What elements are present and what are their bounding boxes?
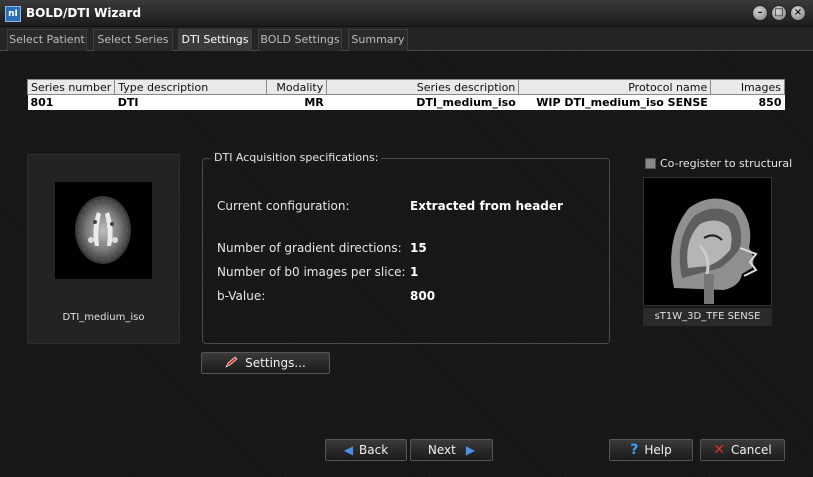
tab-summary[interactable]: Summary bbox=[348, 29, 408, 51]
tab-select-series[interactable]: Select Series bbox=[93, 29, 173, 51]
help-button[interactable]: ? Help bbox=[609, 439, 693, 461]
settings-button[interactable]: Settings... bbox=[201, 352, 330, 374]
tab-select-patient[interactable]: Select Patient bbox=[7, 29, 87, 51]
tab-bold-settings[interactable]: BOLD Settings bbox=[258, 29, 342, 51]
back-button[interactable]: ◀ Back bbox=[325, 439, 407, 461]
cell-type-description: DTI bbox=[114, 94, 267, 110]
coregister-checkbox-box[interactable] bbox=[645, 158, 656, 169]
minimize-button[interactable]: – bbox=[752, 5, 768, 21]
title-bar: nI BOLD/DTI Wizard – □ × bbox=[0, 0, 813, 27]
cell-series-number: 801 bbox=[27, 94, 115, 110]
bvalue-value: 800 bbox=[410, 289, 436, 303]
dti-thumbnail-panel: DTI_medium_iso bbox=[27, 154, 180, 344]
table-row[interactable]: 801 DTI MR DTI_medium_iso WIP DTI_medium… bbox=[27, 94, 785, 110]
cell-series-description: DTI_medium_iso bbox=[326, 94, 519, 110]
back-button-label: Back bbox=[359, 443, 389, 457]
app-icon: nI bbox=[5, 6, 21, 22]
cancel-x-icon: ✕ bbox=[713, 442, 726, 458]
column-header-series-description: Series description bbox=[326, 79, 520, 95]
column-header-series-number: Series number bbox=[26, 79, 116, 95]
cancel-button[interactable]: ✕ Cancel bbox=[700, 439, 785, 461]
cancel-button-label: Cancel bbox=[731, 443, 772, 457]
maximize-button[interactable]: □ bbox=[771, 5, 787, 21]
current-configuration-value: Extracted from header bbox=[410, 199, 563, 213]
arrow-right-icon: ▶ bbox=[465, 443, 476, 457]
cell-protocol-name: WIP DTI_medium_iso SENSE bbox=[518, 94, 711, 110]
gradient-directions-value: 15 bbox=[410, 241, 427, 255]
b0-images-label: Number of b0 images per slice: bbox=[217, 265, 406, 279]
structural-thumbnail-caption: sT1W_3D_TFE SENSE bbox=[643, 308, 772, 326]
help-button-label: Help bbox=[644, 443, 672, 457]
close-button[interactable]: × bbox=[790, 5, 806, 21]
main-panel: Series number Type description Modality … bbox=[0, 51, 813, 477]
dti-acquisition-specifications-group: DTI Acquisition specifications: Current … bbox=[202, 151, 610, 344]
bvalue-label: b-Value: bbox=[217, 289, 266, 303]
coregister-label: Co-register to structural bbox=[660, 157, 793, 170]
next-button-label: Next bbox=[427, 443, 456, 457]
dti-thumbnail-caption: DTI_medium_iso bbox=[62, 312, 145, 323]
cell-modality: MR bbox=[266, 94, 327, 110]
settings-button-label: Settings... bbox=[245, 356, 306, 370]
dti-brain-image bbox=[55, 182, 152, 279]
gradient-directions-label: Number of gradient directions: bbox=[217, 241, 402, 255]
question-mark-icon: ? bbox=[630, 442, 639, 458]
current-configuration-label: Current configuration: bbox=[217, 199, 350, 213]
pencil-icon bbox=[225, 353, 239, 373]
column-header-type-description: Type description bbox=[114, 79, 268, 95]
tab-bar: Select Patient Select Series DTI Setting… bbox=[0, 27, 813, 51]
b0-images-value: 1 bbox=[410, 265, 419, 279]
coregister-checkbox[interactable]: Co-register to structural bbox=[645, 157, 792, 170]
column-header-images: Images bbox=[710, 79, 785, 95]
series-table: Series number Type description Modality … bbox=[26, 79, 785, 110]
arrow-left-icon: ◀ bbox=[343, 443, 354, 457]
spec-group-title: DTI Acquisition specifications: bbox=[211, 151, 382, 164]
column-header-modality: Modality bbox=[266, 79, 328, 95]
structural-sagittal-image bbox=[643, 177, 772, 306]
column-header-protocol-name: Protocol name bbox=[518, 79, 712, 95]
cell-images: 850 bbox=[710, 94, 785, 110]
window-title: BOLD/DTI Wizard bbox=[26, 6, 142, 20]
tab-dti-settings[interactable]: DTI Settings bbox=[178, 29, 252, 51]
next-button[interactable]: Next ▶ bbox=[410, 439, 493, 461]
